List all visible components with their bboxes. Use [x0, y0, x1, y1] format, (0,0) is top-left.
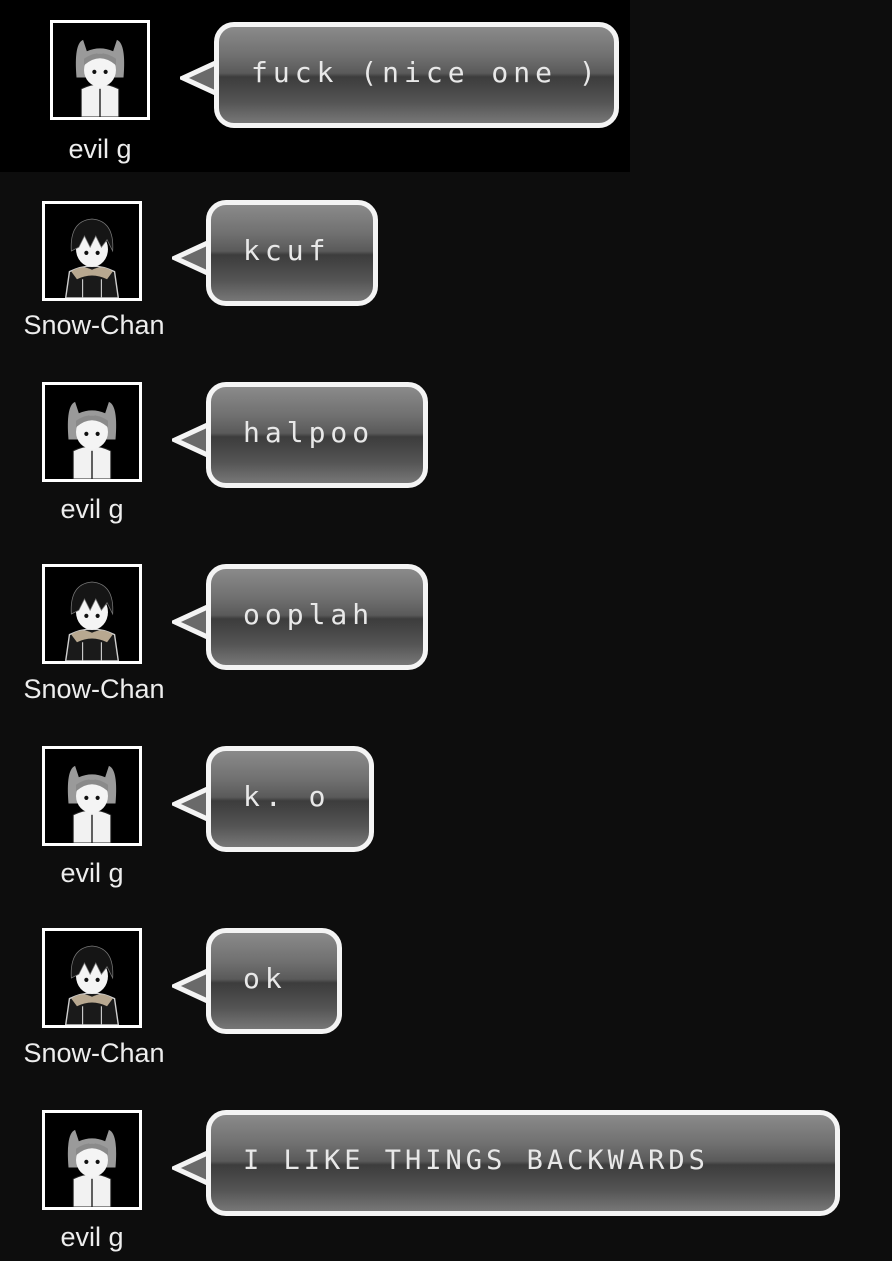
- username: Snow-Chan: [23, 674, 165, 704]
- message-bubble[interactable]: halpoo: [206, 382, 428, 488]
- message-text: k. o: [243, 779, 331, 813]
- avatar[interactable]: [42, 564, 142, 664]
- avatar[interactable]: [42, 746, 142, 846]
- avatar[interactable]: [42, 928, 142, 1028]
- username: evil g: [60, 858, 124, 888]
- girl-cat-ears-avatar-icon: [53, 23, 147, 117]
- message-text: ok: [243, 961, 287, 995]
- boy-dark-hair-avatar-icon: [45, 204, 139, 298]
- message-bubble[interactable]: kcuf: [206, 200, 378, 306]
- message-text: kcuf: [243, 233, 331, 267]
- username: Snow-Chan: [23, 1038, 165, 1068]
- message-text: fuck (nice one ): [251, 55, 601, 89]
- message-text: I LIKE THINGS BACKWARDS: [243, 1144, 709, 1176]
- username: evil g: [60, 1222, 124, 1252]
- username: evil g: [68, 134, 132, 164]
- girl-cat-ears-avatar-icon: [45, 1113, 139, 1207]
- avatar[interactable]: [42, 201, 142, 301]
- message-bubble[interactable]: ooplah: [206, 564, 428, 670]
- username: Snow-Chan: [23, 310, 165, 340]
- message-text: ooplah: [243, 597, 375, 631]
- message-text: halpoo: [243, 415, 375, 449]
- girl-cat-ears-avatar-icon: [45, 749, 139, 843]
- boy-dark-hair-avatar-icon: [45, 931, 139, 1025]
- message-bubble[interactable]: k. o: [206, 746, 374, 852]
- avatar[interactable]: [42, 382, 142, 482]
- girl-cat-ears-avatar-icon: [45, 385, 139, 479]
- avatar[interactable]: [50, 20, 150, 120]
- avatar[interactable]: [42, 1110, 142, 1210]
- username: evil g: [60, 494, 124, 524]
- message-bubble[interactable]: I LIKE THINGS BACKWARDS: [206, 1110, 840, 1216]
- message-bubble[interactable]: fuck (nice one ): [214, 22, 619, 128]
- boy-dark-hair-avatar-icon: [45, 567, 139, 661]
- message-bubble[interactable]: ok: [206, 928, 342, 1034]
